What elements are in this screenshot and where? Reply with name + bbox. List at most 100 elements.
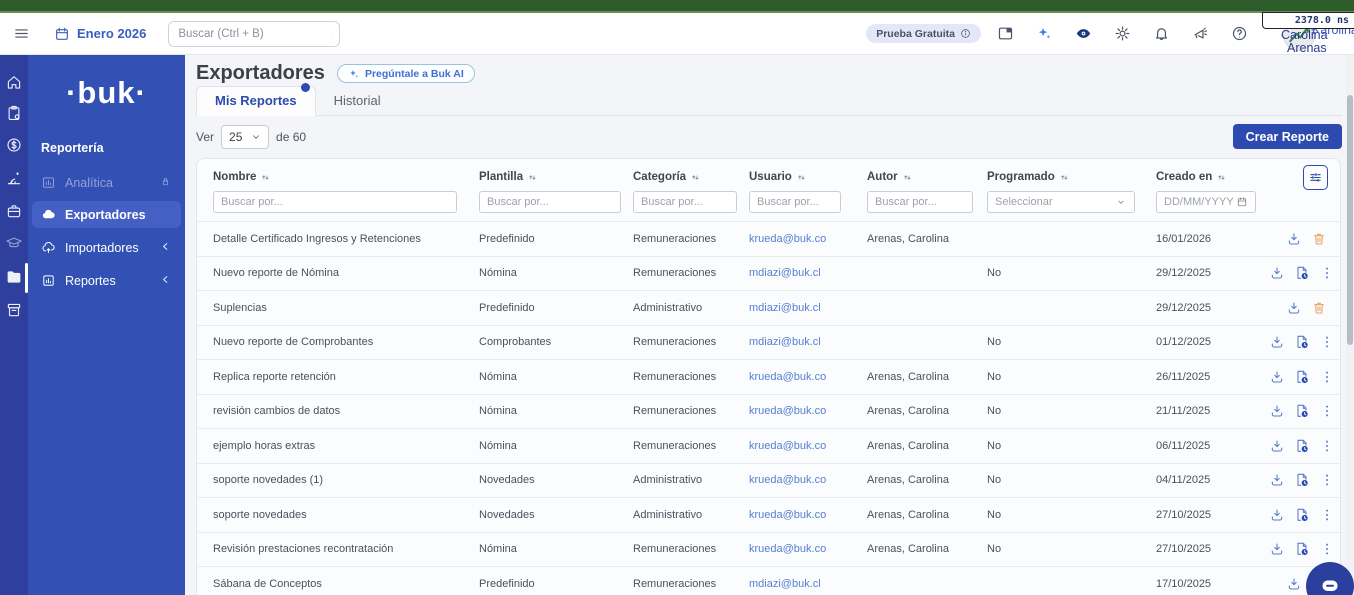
- tab-mis-reportes[interactable]: Mis Reportes: [196, 83, 316, 116]
- page-size-select[interactable]: 25: [221, 125, 270, 149]
- period-selector[interactable]: Enero 2026: [54, 26, 146, 42]
- row-menu-button[interactable]: [1318, 402, 1336, 420]
- cell-usuario[interactable]: krueda@buk.co: [749, 371, 867, 383]
- download-button[interactable]: [1268, 506, 1286, 524]
- filter-autor[interactable]: [867, 191, 973, 213]
- column-header-nombre[interactable]: Nombre: [213, 171, 479, 183]
- eye-icon[interactable]: [1068, 19, 1098, 49]
- filter-input-nombre[interactable]: [221, 196, 449, 208]
- schedule-export-button[interactable]: [1293, 264, 1311, 282]
- schedule-export-button[interactable]: [1293, 437, 1311, 455]
- scrollbar-thumb[interactable]: [1347, 95, 1353, 345]
- delete-button[interactable]: [1310, 299, 1328, 317]
- schedule-export-button[interactable]: [1293, 333, 1311, 351]
- row-menu-button[interactable]: [1318, 540, 1336, 558]
- gear-icon[interactable]: [1107, 19, 1137, 49]
- sidebar-item-exportadores[interactable]: Exportadores: [32, 201, 181, 228]
- help-icon[interactable]: [1224, 19, 1254, 49]
- row-menu-button[interactable]: [1318, 264, 1336, 282]
- cell-categoria: Administrativo: [633, 301, 703, 314]
- download-button[interactable]: [1268, 368, 1286, 386]
- scrollbar[interactable]: [1346, 55, 1354, 595]
- sidebar-item-importadores[interactable]: Importadores: [32, 234, 181, 261]
- cell-nombre: Detalle Certificado Ingresos y Retencion…: [213, 232, 421, 245]
- sidebar-item-reportes[interactable]: Reportes: [32, 267, 181, 294]
- rail-route-heart-icon[interactable]: [5, 169, 23, 187]
- schedule-export-button[interactable]: [1293, 402, 1311, 420]
- cell-usuario[interactable]: mdiazi@buk.cl: [749, 302, 867, 314]
- filter-nombre[interactable]: [213, 191, 457, 213]
- column-header-plantilla[interactable]: Plantilla: [479, 171, 633, 183]
- cell-programado: No: [987, 336, 1002, 349]
- filter-input-categoria[interactable]: [641, 196, 729, 208]
- cell-usuario[interactable]: krueda@buk.co: [749, 543, 867, 555]
- row-menu-button[interactable]: [1318, 437, 1336, 455]
- download-icon: [1271, 267, 1283, 279]
- row-menu-button[interactable]: [1318, 368, 1336, 386]
- schedule-export-button[interactable]: [1293, 540, 1311, 558]
- rail-graduation-cap-icon[interactable]: [5, 234, 23, 252]
- filter-input-autor[interactable]: [875, 196, 965, 208]
- column-settings-button[interactable]: [1303, 164, 1328, 190]
- download-button[interactable]: [1268, 540, 1286, 558]
- cell-autor: Arenas, Carolina: [867, 508, 949, 521]
- filter-usuario[interactable]: [749, 191, 841, 213]
- schedule-export-button[interactable]: [1293, 506, 1311, 524]
- filter-input-plantilla[interactable]: [487, 196, 613, 208]
- tab-label: Mis Reportes: [215, 93, 297, 108]
- search-input[interactable]: [178, 27, 333, 40]
- download-button[interactable]: [1285, 230, 1303, 248]
- download-button[interactable]: [1285, 299, 1303, 317]
- cell-plantilla: Nómina: [479, 370, 517, 383]
- filter-input-usuario[interactable]: [757, 196, 833, 208]
- row-menu-button[interactable]: [1318, 333, 1336, 351]
- download-button[interactable]: [1268, 264, 1286, 282]
- column-header-categoria[interactable]: Categoría: [633, 171, 749, 183]
- megaphone-icon[interactable]: [1185, 19, 1215, 49]
- download-button[interactable]: [1268, 333, 1286, 351]
- cell-usuario[interactable]: krueda@buk.co: [749, 509, 867, 521]
- filter-categoria[interactable]: [633, 191, 737, 213]
- filter-creado-en[interactable]: DD/MM/YYYY: [1156, 191, 1256, 213]
- cell-usuario[interactable]: krueda@buk.co: [749, 405, 867, 417]
- column-header-autor[interactable]: Autor: [867, 171, 987, 183]
- download-button[interactable]: [1285, 575, 1303, 593]
- cell-usuario[interactable]: mdiazi@buk.cl: [749, 578, 867, 590]
- sidebar-item-label: Importadores: [65, 240, 139, 255]
- ask-buk-ai-chip[interactable]: Pregúntale a Buk AI: [336, 64, 475, 83]
- download-button[interactable]: [1268, 437, 1286, 455]
- rail-folder-icon[interactable]: [5, 268, 23, 286]
- rail-briefcase-icon[interactable]: [5, 202, 23, 220]
- global-search[interactable]: [168, 20, 341, 47]
- row-menu-button[interactable]: [1318, 471, 1336, 489]
- filter-programado[interactable]: Seleccionar: [987, 191, 1135, 213]
- column-header-programado[interactable]: Programado: [987, 171, 1156, 183]
- row-menu-button[interactable]: [1318, 506, 1336, 524]
- download-button[interactable]: [1268, 402, 1286, 420]
- rail-clipboard-icon[interactable]: [5, 104, 23, 122]
- create-report-button[interactable]: Crear Reporte: [1232, 124, 1342, 149]
- trial-badge[interactable]: Prueba Gratuita: [866, 24, 981, 43]
- panel-icon[interactable]: [990, 19, 1020, 49]
- rail-archive-icon[interactable]: [5, 301, 23, 319]
- cell-usuario[interactable]: krueda@buk.co: [749, 233, 867, 245]
- tab-historial[interactable]: Historial: [316, 87, 399, 115]
- schedule-export-button[interactable]: [1293, 368, 1311, 386]
- rail-coin-icon[interactable]: [5, 136, 23, 154]
- bell-icon[interactable]: [1146, 19, 1176, 49]
- cell-usuario[interactable]: mdiazi@buk.cl: [749, 267, 867, 279]
- rail-home-icon[interactable]: [5, 73, 23, 91]
- schedule-icon: [1297, 370, 1308, 383]
- filter-plantilla[interactable]: [479, 191, 621, 213]
- cell-usuario[interactable]: krueda@buk.co: [749, 440, 867, 452]
- download-button[interactable]: [1268, 471, 1286, 489]
- column-header-creado-en[interactable]: Creado en: [1156, 171, 1268, 183]
- delete-button[interactable]: [1310, 230, 1328, 248]
- cell-plantilla: Nómina: [479, 267, 517, 280]
- column-header-usuario[interactable]: Usuario: [749, 171, 867, 183]
- schedule-export-button[interactable]: [1293, 471, 1311, 489]
- cell-usuario[interactable]: mdiazi@buk.cl: [749, 336, 867, 348]
- hamburger-menu-icon[interactable]: [6, 19, 36, 49]
- sparkle-icon[interactable]: [1029, 19, 1059, 49]
- cell-usuario[interactable]: krueda@buk.co: [749, 474, 867, 486]
